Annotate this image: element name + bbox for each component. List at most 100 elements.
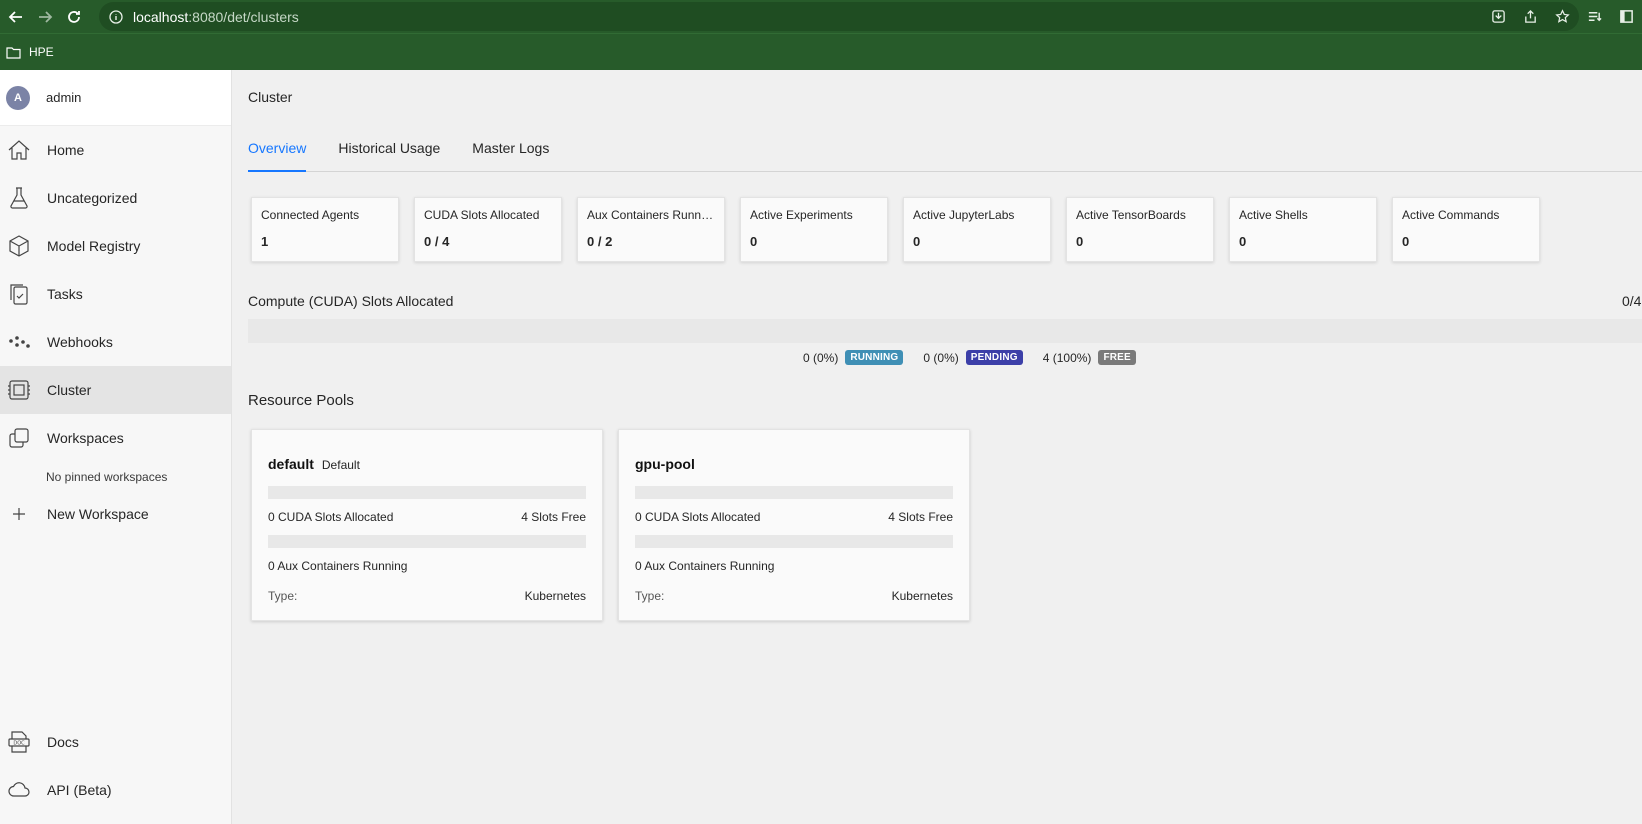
legend-free: 4 (100%) FREE: [1043, 350, 1136, 365]
sidebar-item-tasks[interactable]: Tasks: [0, 270, 231, 318]
avatar[interactable]: A: [6, 85, 30, 110]
pool-card-default[interactable]: default Default 0 CUDA Slots Allocated 4 …: [251, 429, 603, 621]
stat-value: 0 / 4: [424, 234, 450, 249]
tab-historical-usage[interactable]: Historical Usage: [338, 132, 440, 172]
pool-name: default: [268, 456, 314, 472]
sidebar: A admin Home Uncategorized Model Registr…: [0, 70, 232, 824]
user-menu[interactable]: A admin: [0, 70, 231, 126]
bookmark-folder[interactable]: HPE: [6, 45, 54, 59]
install-icon[interactable]: [1482, 1, 1514, 33]
no-pinned-workspaces: No pinned workspaces: [46, 470, 168, 484]
stat-card-active-tensorboards: Active TensorBoards 0: [1066, 197, 1214, 262]
sidebar-item-label: Model Registry: [47, 238, 141, 254]
webhooks-icon: [6, 329, 32, 355]
legend-pending: 0 (0%) PENDING: [923, 350, 1023, 365]
cube-icon: [6, 233, 32, 259]
sidebar-item-model-registry[interactable]: Model Registry: [0, 222, 231, 270]
docs-icon: DOC: [6, 729, 32, 755]
compute-slots-bar: [248, 319, 1642, 343]
compute-slots-ratio: 0/4: [1622, 293, 1642, 309]
stat-value: 1: [261, 234, 269, 249]
stat-card-aux-containers: Aux Containers Running 0 / 2: [577, 197, 725, 262]
plus-icon: [6, 501, 32, 527]
stat-card-cuda-slots: CUDA Slots Allocated 0 / 4: [414, 197, 562, 262]
back-icon[interactable]: [3, 5, 29, 29]
svg-text:DOC: DOC: [13, 741, 25, 747]
tasks-icon: [6, 281, 32, 307]
site-info-icon[interactable]: [109, 9, 123, 24]
home-icon: [6, 137, 32, 163]
cloud-icon: [6, 777, 32, 803]
sidebar-item-label: Tasks: [47, 286, 83, 302]
star-icon[interactable]: [1546, 1, 1578, 33]
stat-label: CUDA Slots Allocated: [424, 208, 540, 222]
resource-pools-title: Resource Pools: [248, 392, 354, 409]
stat-value: 0: [1076, 234, 1084, 249]
sidebar-item-workspaces[interactable]: Workspaces: [0, 414, 231, 462]
sidebar-item-api[interactable]: API (Beta): [0, 766, 231, 814]
url-text: localhost:8080/det/clusters: [133, 9, 299, 25]
stat-card-active-jupyterlabs: Active JupyterLabs 0: [903, 197, 1051, 262]
stat-label: Active JupyterLabs: [913, 208, 1015, 222]
address-bar[interactable]: localhost:8080/det/clusters: [99, 2, 1579, 31]
stat-card-active-experiments: Active Experiments 0: [740, 197, 888, 262]
pool-type-value: Kubernetes: [891, 589, 953, 603]
pool-cuda-allocated: 0 CUDA Slots Allocated: [268, 510, 394, 524]
sidebar-item-label: Webhooks: [47, 334, 113, 350]
sidebar-item-label: Uncategorized: [47, 190, 138, 206]
stat-label: Aux Containers Running: [587, 208, 715, 222]
pool-type-label: Type:: [635, 589, 665, 603]
stat-label: Active TensorBoards: [1076, 208, 1186, 222]
stat-card-connected-agents: Connected Agents 1: [251, 197, 399, 262]
sidebar-item-cluster[interactable]: Cluster: [0, 366, 231, 414]
pool-type-label: Type:: [268, 589, 298, 603]
slot-legend: 0 (0%) RUNNING 0 (0%) PENDING 4 (100%) F…: [803, 350, 1156, 365]
legend-value: 0 (0%): [923, 350, 959, 365]
stat-card-active-commands: Active Commands 0: [1392, 197, 1540, 262]
pool-cuda-bar: [635, 486, 953, 499]
sidebar-item-label: Home: [47, 142, 85, 158]
forward-icon[interactable]: [32, 5, 58, 29]
pool-type-value: Kubernetes: [524, 589, 586, 603]
pool-card-gpu-pool[interactable]: gpu-pool 0 CUDA Slots Allocated 4 Slots F…: [618, 429, 970, 621]
legend-value: 4 (100%): [1042, 350, 1092, 365]
reading-list-icon[interactable]: [1578, 1, 1610, 33]
stat-value: 0: [913, 234, 921, 249]
cluster-icon: [6, 377, 32, 403]
pool-slots-free: 4 Slots Free: [521, 510, 586, 524]
url-path: :8080/det/clusters: [188, 8, 299, 25]
resource-pools: default Default 0 CUDA Slots Allocated 4 …: [251, 429, 985, 621]
workspaces-icon: [6, 425, 32, 451]
page-title: Cluster: [248, 89, 293, 105]
sidebar-item-docs[interactable]: DOC Docs: [0, 718, 231, 766]
sidebar-item-label: Workspaces: [47, 430, 124, 446]
sidebar-item-uncategorized[interactable]: Uncategorized: [0, 174, 231, 222]
legend-value: 0 (0%): [803, 350, 839, 365]
pool-default-tag: Default: [321, 458, 360, 472]
pending-badge: PENDING: [965, 350, 1023, 365]
sidepanel-icon[interactable]: [1610, 1, 1642, 33]
folder-icon: [6, 46, 21, 59]
stat-label: Active Shells: [1239, 208, 1308, 222]
browser-toolbar: localhost:8080/det/clusters: [0, 0, 1642, 33]
stats-row: Connected Agents 1 CUDA Slots Allocated 0 …: [251, 197, 1555, 262]
stat-value: 0: [1402, 234, 1410, 249]
pool-aux-running: 0 Aux Containers Running: [268, 559, 408, 573]
pool-slots-free: 4 Slots Free: [888, 510, 953, 524]
reload-icon[interactable]: [61, 5, 87, 29]
sidebar-item-label: Cluster: [47, 382, 92, 398]
pool-aux-bar: [635, 535, 953, 548]
tab-master-logs[interactable]: Master Logs: [472, 132, 549, 172]
stat-label: Connected Agents: [261, 208, 360, 222]
pool-cuda-allocated: 0 CUDA Slots Allocated: [635, 510, 761, 524]
share-icon[interactable]: [1514, 1, 1546, 33]
running-badge: RUNNING: [845, 350, 904, 365]
stat-label: Active Commands: [1402, 208, 1500, 222]
url-host: localhost: [133, 8, 189, 25]
sidebar-item-webhooks[interactable]: Webhooks: [0, 318, 231, 366]
main-content: Cluster Overview Historical Usage Master…: [232, 70, 1642, 824]
new-workspace-button[interactable]: New Workspace: [0, 492, 231, 536]
pool-aux-running: 0 Aux Containers Running: [635, 559, 775, 573]
tab-overview[interactable]: Overview: [248, 132, 307, 172]
sidebar-item-home[interactable]: Home: [0, 126, 231, 174]
